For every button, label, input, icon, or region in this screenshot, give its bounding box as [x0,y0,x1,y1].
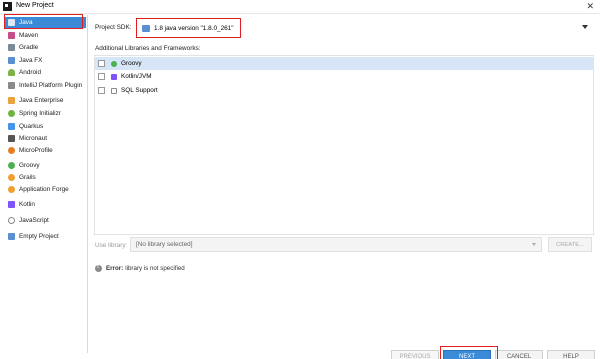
micronaut-icon [8,135,15,142]
highlight-sdk [136,18,241,38]
sidebar-item-label: Java Enterprise [19,97,64,104]
checkbox[interactable] [98,60,105,67]
sidebar-item-label: Quarkus [19,123,44,130]
help-button[interactable]: HELP [547,350,595,359]
sidebar-item-micronaut[interactable]: Micronaut [4,133,86,144]
sidebar-item-gradle[interactable]: Gradle [4,42,86,53]
sidebar-item-javascript[interactable]: JavaScript [4,215,86,226]
grails-icon [8,174,15,181]
error-icon [95,264,102,272]
sidebar-item-grails[interactable]: Grails [4,172,86,183]
sidebar-item-java-enterprise[interactable]: Java Enterprise [4,95,86,106]
library-label: SQL Support [121,87,158,94]
sidebar-item-groovy[interactable]: Groovy [4,160,86,171]
sidebar-item-label: Java FX [19,57,43,64]
library-item-groovy[interactable]: Groovy [95,57,593,70]
library-item-kotlin-jvm[interactable]: Kotlin/JVM [95,70,593,83]
close-icon[interactable]: ✕ [586,1,594,12]
sidebar-item-label: Kotlin [19,201,35,208]
cancel-button[interactable]: CANCEL [495,350,543,359]
use-library-value: [No library selected] [136,241,193,248]
sidebar-item-android[interactable]: Android [4,67,86,78]
spring-icon [8,110,15,117]
sidebar-item-label: Spring Initializr [19,110,61,117]
create-library-button[interactable]: CREATE... [548,237,592,252]
highlight-next [440,346,498,359]
microprofile-icon [8,147,15,154]
maven-icon [8,32,15,39]
use-library-label: Use library: [95,242,128,249]
groovy-icon [8,162,15,169]
sidebar-item-microprofile[interactable]: MicroProfile [4,145,86,156]
empty-project-icon [8,233,15,240]
use-library-select[interactable]: [No library selected] [130,237,542,252]
chevron-down-icon [532,243,536,246]
sidebar-item-label: Groovy [19,162,40,169]
sidebar-item-javafx[interactable]: Java FX [4,55,86,66]
forge-icon [8,186,15,193]
checkbox[interactable] [98,87,105,94]
sidebar-item-label: IntelliJ Platform Plugin [19,82,83,89]
sidebar-item-application-forge[interactable]: Application Forge [4,184,86,195]
sdk-label: Project SDK: [95,24,132,31]
sidebar-item-label: Gradle [19,44,39,51]
sidebar-item-label: Maven [19,32,39,39]
intellij-app-icon [3,2,12,11]
sidebar-item-intellij-plugin[interactable]: IntelliJ Platform Plugin [4,80,86,91]
javascript-icon [8,217,15,224]
title-bar: New Project ✕ [0,0,600,14]
window-title: New Project [16,2,54,9]
sidebar-item-label: Empty Project [19,233,59,240]
error-text: library is not specified [125,265,185,272]
sidebar-item-kotlin[interactable]: Kotlin [4,199,86,210]
library-label: Groovy [121,60,142,67]
project-type-sidebar: Java Maven Gradle Java FX Android Intell… [2,15,88,353]
library-label: Kotlin/JVM [121,73,152,80]
library-item-sql-support[interactable]: SQL Support [95,84,593,97]
project-settings-panel: Project SDK: 1.8 java version "1.8.0_261… [90,15,598,353]
error-message: Error: library is not specified [95,264,185,272]
sidebar-item-quarkus[interactable]: Quarkus [4,121,86,132]
sidebar-item-label: MicroProfile [19,147,53,154]
sidebar-item-label: Micronaut [19,135,48,142]
checkbox[interactable] [98,73,105,80]
sidebar-item-empty-project[interactable]: Empty Project [4,231,86,242]
gradle-icon [8,44,15,51]
javafx-icon [8,57,15,64]
sidebar-item-label: Grails [19,174,36,181]
sidebar-item-label: JavaScript [19,217,49,224]
sidebar-item-label: Android [19,69,42,76]
plugin-icon [8,82,15,89]
libraries-list: Groovy Kotlin/JVM SQL Support [94,55,594,235]
sql-icon [111,87,117,94]
sidebar-item-maven[interactable]: Maven [4,30,86,41]
sidebar-item-label: Application Forge [19,186,69,193]
java-ee-icon [8,97,15,104]
previous-button[interactable]: PREVIOUS [391,350,439,359]
kotlin-icon [111,73,117,80]
groovy-icon [111,60,117,67]
chevron-down-icon[interactable] [582,25,588,29]
android-icon [8,69,15,76]
quarkus-icon [8,123,15,130]
sidebar-item-spring-initializr[interactable]: Spring Initializr [4,108,86,119]
highlight-java [4,14,83,29]
kotlin-icon [8,201,15,208]
error-prefix: Error: [106,265,124,272]
libraries-label: Additional Libraries and Frameworks: [95,45,201,52]
